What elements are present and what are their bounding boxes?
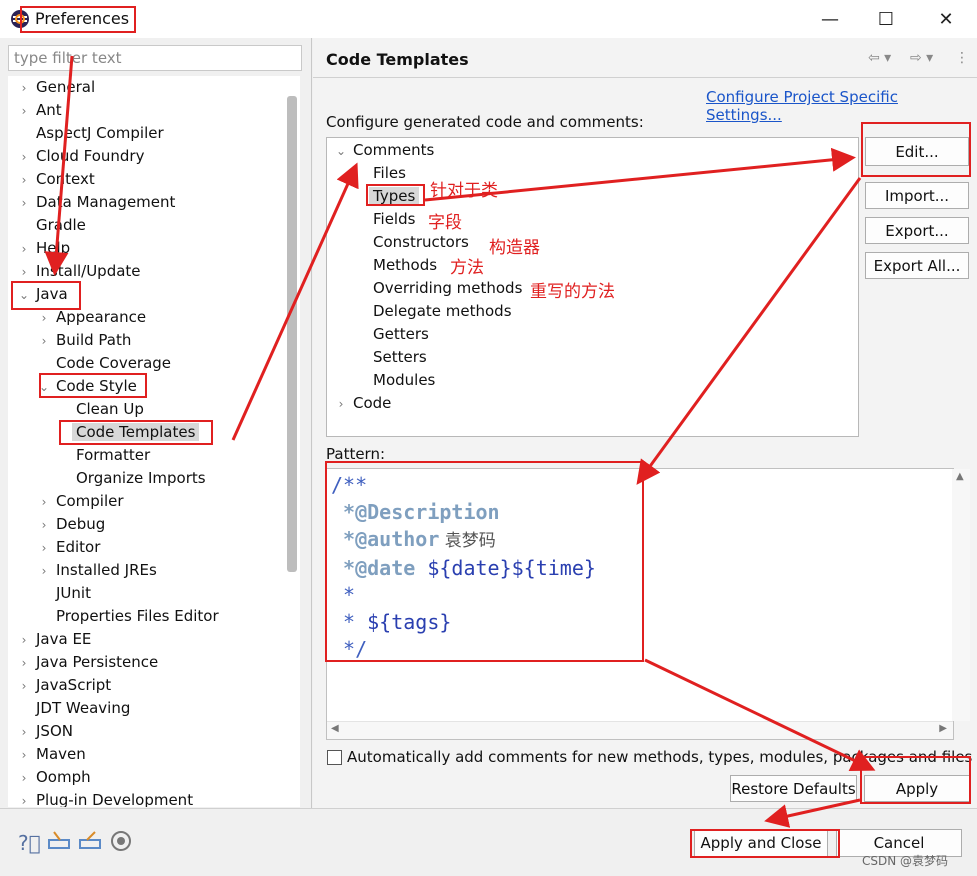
annotation-arrows [44, 55, 876, 828]
